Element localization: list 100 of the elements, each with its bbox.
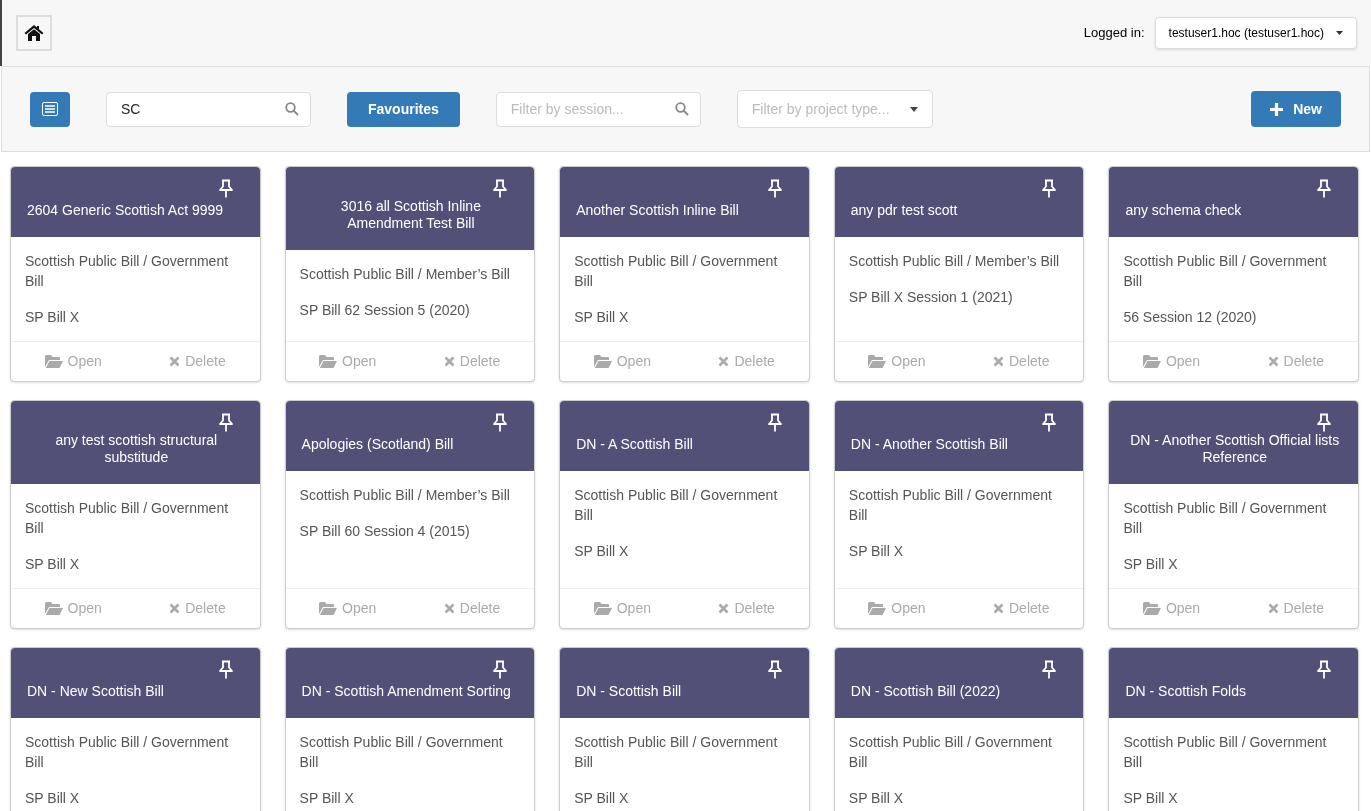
pin-icon xyxy=(492,660,509,680)
open-button[interactable]: Open xyxy=(44,598,102,619)
folder-icon xyxy=(868,355,887,368)
pin-icon xyxy=(217,660,234,680)
open-button[interactable]: Open xyxy=(44,351,102,372)
project-type: Scottish Public Bill / Member’s Bill xyxy=(299,486,511,505)
card-title: any test scottish structural substitude xyxy=(54,432,219,466)
card-title: DN - New Scottish Bill xyxy=(27,683,164,700)
project-reference: SP Bill 60 Session 4 (2015) xyxy=(299,522,471,541)
caret-icon xyxy=(909,106,918,112)
list-view-button[interactable] xyxy=(30,91,70,127)
delete-button[interactable]: Delete xyxy=(169,598,226,619)
project-type: Scottish Public Bill / Government Bill xyxy=(1123,499,1328,538)
project-reference: SP Bill X xyxy=(574,542,630,561)
card-title: Apologies (Scotland) Bill xyxy=(301,436,454,453)
folder-icon xyxy=(593,355,612,368)
delete-icon xyxy=(1267,356,1279,367)
project-type: Scottish Public Bill / Government Bill xyxy=(25,252,230,291)
project-type: Scottish Public Bill / Government Bill xyxy=(25,733,230,772)
project-type: Scottish Public Bill / Member’s Bill xyxy=(299,265,511,284)
delete-icon xyxy=(993,356,1004,367)
open-button[interactable]: Open xyxy=(319,351,377,372)
card-title: DN - Scottish Folds xyxy=(1125,683,1246,700)
delete-button[interactable]: Delete xyxy=(1267,598,1325,619)
folder-icon xyxy=(593,602,612,615)
pin-icon xyxy=(492,413,509,433)
open-button[interactable]: Open xyxy=(1142,351,1201,372)
card-title: DN - Another Scottish Bill xyxy=(850,436,1008,453)
logged-in-label: Logged in: xyxy=(1083,24,1145,43)
project-reference: SP Bill X xyxy=(25,555,81,574)
delete-button[interactable]: Delete xyxy=(718,598,775,619)
open-button[interactable]: Open xyxy=(593,598,651,619)
delete-button[interactable]: Delete xyxy=(169,351,226,372)
project-reference: SP Bill X xyxy=(1123,555,1179,574)
project-type: Scottish Public Bill / Government Bill xyxy=(848,486,1053,525)
pin-icon xyxy=(217,413,234,433)
new-button[interactable]: New xyxy=(1251,91,1341,127)
delete-icon xyxy=(993,603,1004,614)
pin-icon xyxy=(1316,413,1332,433)
folder-icon xyxy=(44,355,63,368)
list-icon xyxy=(42,102,58,116)
pin-icon xyxy=(1041,179,1058,199)
delete-button[interactable]: Delete xyxy=(443,598,501,619)
project-reference: 56 Session 12 (2020) xyxy=(1123,308,1258,327)
pin-icon xyxy=(1041,413,1058,433)
folder-icon xyxy=(1142,355,1161,368)
project-type: Scottish Public Bill / Government Bill xyxy=(574,486,779,525)
delete-icon xyxy=(169,356,181,367)
delete-icon xyxy=(443,356,455,367)
card-title: 3016 all Scottish Inline Amendment Test Bill xyxy=(339,198,482,232)
delete-icon xyxy=(1267,603,1279,614)
delete-button[interactable]: Delete xyxy=(443,351,501,372)
project-reference: SP Bill X xyxy=(848,789,904,808)
open-button[interactable]: Open xyxy=(868,598,926,619)
pin-icon xyxy=(1316,179,1332,199)
project-reference: SP Bill X Session 1 (2021) xyxy=(848,288,1014,307)
delete-icon xyxy=(718,603,730,614)
project-reference: SP Bill 62 Session 5 (2020) xyxy=(299,301,471,320)
folder-icon xyxy=(1142,602,1161,615)
open-button[interactable]: Open xyxy=(593,351,651,372)
card-title: DN - Scottish Bill xyxy=(576,683,682,700)
open-button[interactable]: Open xyxy=(319,598,377,619)
favourites-button[interactable]: Favourites xyxy=(347,91,460,127)
project-reference: SP Bill X xyxy=(574,308,630,327)
project-type: Scottish Public Bill / Government Bill xyxy=(574,733,779,772)
pin-icon xyxy=(217,179,234,199)
project-type: Scottish Public Bill / Government Bill xyxy=(25,499,230,538)
project-type-dropdown[interactable]: Filter by project type... xyxy=(736,90,933,128)
project-type: Scottish Public Bill / Government Bill xyxy=(848,733,1053,772)
pin-icon xyxy=(766,179,783,199)
search-field[interactable]: SC xyxy=(106,91,311,127)
delete-button[interactable]: Delete xyxy=(993,598,1050,619)
search-icon xyxy=(285,101,299,116)
search-icon xyxy=(674,101,689,116)
session-filter-field[interactable]: Filter by session... xyxy=(495,91,701,127)
project-reference: SP Bill X xyxy=(1123,789,1179,808)
open-button[interactable]: Open xyxy=(1142,598,1201,619)
home-button[interactable] xyxy=(16,15,52,51)
delete-icon xyxy=(169,603,181,614)
project-reference: SP Bill X xyxy=(848,542,904,561)
card-title: DN - Another Scottish Official lists Reference xyxy=(1129,432,1341,466)
plus-icon xyxy=(1270,102,1284,116)
folder-icon xyxy=(868,602,887,615)
card-title: any pdr test scott xyxy=(850,202,958,219)
pin-icon xyxy=(766,660,783,680)
project-type: Scottish Public Bill / Government Bill xyxy=(1123,252,1328,291)
pin-icon xyxy=(492,179,509,199)
card-title: DN - Scottish Bill (2022) xyxy=(850,683,1001,700)
card-title: 2604 Generic Scottish Act 9999 xyxy=(27,202,224,219)
project-type: Scottish Public Bill / Member’s Bill xyxy=(848,252,1061,271)
delete-button[interactable]: Delete xyxy=(1267,351,1325,372)
card-title: DN - Scottish Amendment Sorting xyxy=(301,683,511,700)
open-button[interactable]: Open xyxy=(868,351,926,372)
delete-button[interactable]: Delete xyxy=(718,351,775,372)
delete-button[interactable]: Delete xyxy=(993,351,1050,372)
folder-icon xyxy=(319,602,338,615)
user-dropdown[interactable]: testuser1.hoc (testuser1.hoc) xyxy=(1154,17,1357,49)
pin-icon xyxy=(1041,660,1058,680)
caret-icon xyxy=(1336,31,1343,35)
home-icon xyxy=(24,24,44,42)
